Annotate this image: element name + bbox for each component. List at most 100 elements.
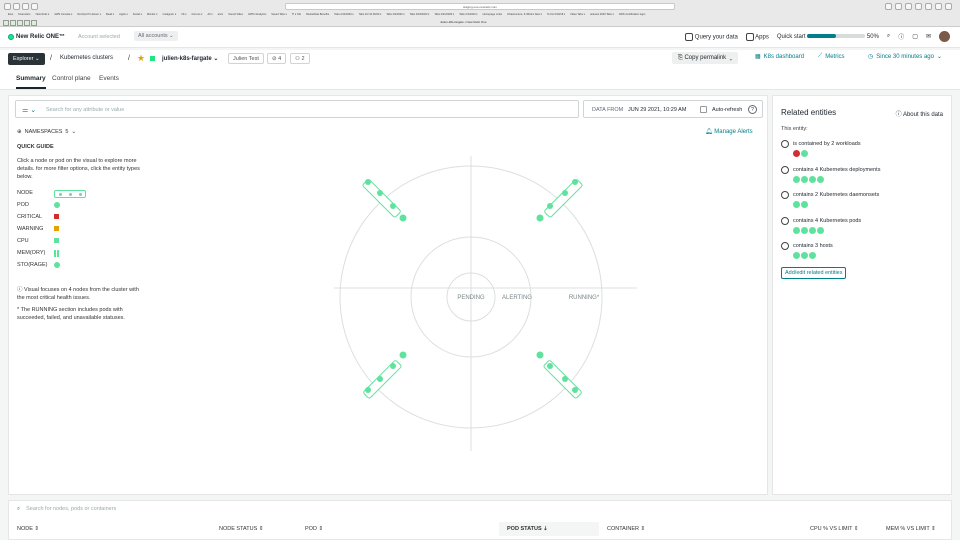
bookmark-item[interactable]: Tabs 2/1/2020 ▾ [459,13,477,16]
legend-node[interactable]: NODE [17,188,147,200]
bookmark-item[interactable]: Video Tabs ▾ [570,13,585,16]
column-node[interactable]: NODE ⇕ [17,526,39,532]
health-dot[interactable] [817,226,824,234]
table-search[interactable]: ⌕ Search for nodes, pods or containers [17,506,116,513]
apps-button[interactable]: Apps [745,32,769,41]
favorite-star-icon[interactable]: ★ [137,53,145,64]
help-icon[interactable]: ⓘ [898,32,904,41]
node[interactable] [544,179,583,218]
health-dot[interactable] [801,175,808,183]
bookmark-item[interactable]: To Do 6/16/18 ▾ [547,13,565,16]
health-dot[interactable] [793,175,800,183]
health-dot[interactable] [801,252,808,259]
filter-input[interactable]: Search for any attribute or value [46,107,124,113]
browser-sidebar-icon[interactable] [31,3,38,10]
auto-refresh-label[interactable]: Auto-refresh [712,107,742,113]
filter-bar[interactable]: ⚌ ⌄ Search for any attribute or value [15,100,579,118]
copy-permalink-button[interactable]: ⎘ Copy permalink ⌄ [672,52,739,64]
health-dot[interactable] [793,252,800,259]
browser-close-icon[interactable] [4,3,11,10]
column-pod-status[interactable]: POD STATUS ⇣ [507,526,548,532]
bookmark-item[interactable]: AWS Certification login [619,13,645,16]
health-dot[interactable] [809,252,816,259]
manage-alerts-link[interactable]: 🔔︎ Manage Alerts [705,128,753,135]
browser-ext-icon[interactable] [885,3,892,10]
k8s-dashboard-link[interactable]: ▦ K8s dashboard [755,53,804,61]
legend-memory[interactable]: MEM(ORY) [17,248,147,260]
bookmark-item[interactable]: AV ▾ [207,13,212,16]
column-pod[interactable]: POD ⇕ [305,526,323,532]
active-tab-title[interactable]: Julien-k8s-fargate • New Relic One [440,20,487,24]
bookmark-item[interactable]: Tabs 2/18/2020 ▾ [410,13,430,16]
related-entity-label[interactable]: is contained by 2 workloads [793,141,861,147]
tab-events[interactable]: Events [99,75,119,82]
bookmark-item[interactable]: Read ▾ [106,13,114,16]
legend-critical[interactable]: CRITICAL [17,212,147,224]
bookmark-item[interactable]: Apple ▾ [119,13,128,16]
bookmark-item[interactable]: Rocketbide Benefits [306,13,329,16]
tab-control-plane[interactable]: Control plane [52,75,91,82]
bookmark-item[interactable]: Sound Video [228,13,243,16]
namespaces-selector[interactable]: ⊕ NAMESPACES 5 ⌄ [17,129,147,135]
bookmark-item[interactable]: Financial ▾ [18,13,30,16]
node-group-top-right[interactable] [536,179,583,222]
new-relic-logo[interactable]: New Relic ONE™ [8,34,65,40]
chat-icon[interactable]: ▢ [912,33,918,40]
account-selector[interactable]: All accounts ⌄ [134,31,178,41]
health-dot[interactable] [801,226,808,234]
bookmark-item[interactable]: AWS Console ▾ [54,13,72,16]
related-entity-label[interactable]: contains 4 Kubernetes deployments [793,167,880,173]
health-dot[interactable] [793,150,800,157]
avatar[interactable] [939,31,950,42]
node-group-bottom-right[interactable] [536,351,583,399]
legend-warning[interactable]: WARNING [17,224,147,236]
about-data-link[interactable]: ⓘ About this data [896,109,943,118]
bookmark-item[interactable]: Monitor ▾ [147,13,158,16]
related-entity-label[interactable]: contains 3 hosts [793,243,833,249]
column-cpu[interactable]: CPU % VS LIMIT ⇕ [810,526,859,532]
column-mem[interactable]: MEM % VS LIMIT ⇕ [886,526,936,532]
bookmark-item[interactable]: Tabs 4/21/2020 ▾ [434,13,454,16]
explorer-button[interactable]: Explorer ⌄ [8,53,45,65]
browser-ext-icon[interactable] [915,3,922,10]
bookmark-item[interactable]: Instagram ▾ [163,13,177,16]
bookmark-item[interactable]: Saved Tabs ▾ [271,13,287,16]
search-icon[interactable]: ⌕ [887,33,890,40]
bookmark-item[interactable]: arxiv [218,13,223,16]
bookmark-item[interactable]: New Relic ▾ [36,13,50,16]
bookmark-item[interactable]: TI ▾ Ofe [292,13,301,16]
bookmark-item[interactable]: VK ▾ [181,13,186,16]
users-pill[interactable]: ⚇ 2 [290,53,310,64]
browser-ext-icon[interactable] [925,3,932,10]
browser-ext-icon[interactable] [935,3,942,10]
help-icon[interactable]: ? [748,105,757,114]
health-dot[interactable] [809,175,816,183]
bookmark-item[interactable]: Tabs 2/2 10:00/20 ▾ [359,13,382,16]
health-dot[interactable] [793,201,800,208]
pinned-tabs[interactable] [3,20,45,26]
legend-pod[interactable]: POD [17,200,147,212]
related-entity-label[interactable]: contains 4 Kubernetes pods [793,218,861,224]
related-entity-label[interactable]: contains 2 Kubernetes daemonsets [793,192,879,198]
bookmark-item[interactable]: DevOps Pro Exam ▾ [77,13,101,16]
bookmark-item[interactable]: Tabs 2/11/2020 ▾ [334,13,354,16]
tab-summary[interactable]: Summary [16,75,46,89]
add-related-entities-button[interactable]: Add/edit related entities [781,267,847,279]
legend-cpu[interactable]: CPU [17,236,147,248]
column-node-status[interactable]: NODE STATUS ⇕ [219,526,263,532]
metrics-link[interactable]: ⟋ Metrics [818,53,845,60]
bookmark-item[interactable]: relevant 2020 Tabs ▾ [590,13,614,16]
bookmark-item[interactable]: Homepage Links [483,13,502,16]
pod[interactable] [399,351,407,359]
health-dot[interactable] [809,226,816,234]
tags-pill[interactable]: ⊘ 4 [267,53,287,64]
bookmark-item[interactable]: Tabs 2/2/2020 ▾ [386,13,404,16]
node-group-bottom-left[interactable] [363,351,407,399]
auto-refresh-checkbox[interactable] [700,106,707,113]
browser-forward-icon[interactable] [22,3,29,10]
account-pill[interactable]: Julien Test [228,53,264,64]
health-dot[interactable] [801,150,808,157]
pod[interactable] [536,351,544,359]
bookmark-item[interactable]: Social ▾ [133,13,142,16]
bookmark-item[interactable]: Forums ▾ [192,13,203,16]
